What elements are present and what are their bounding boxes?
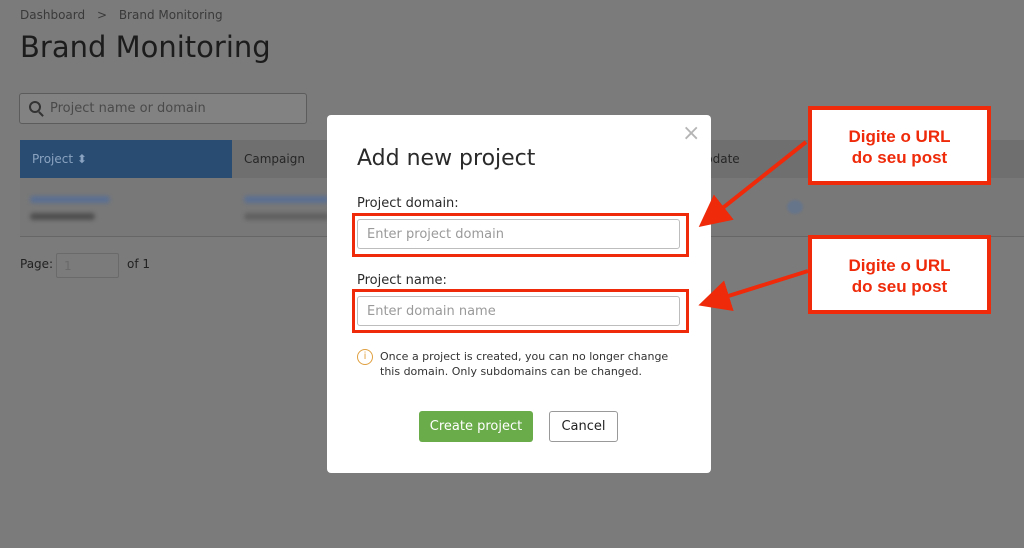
- note-line: do seu post: [851, 148, 948, 167]
- arrow-icon: [698, 269, 809, 312]
- annotation-note: Digite o URL do seu post: [808, 235, 991, 314]
- arrow-icon: [698, 140, 808, 227]
- note-line: do seu post: [851, 277, 948, 296]
- note-line: Digite o URL: [848, 256, 951, 275]
- note-line: Digite o URL: [848, 127, 951, 146]
- annotation-note: Digite o URL do seu post: [808, 106, 991, 185]
